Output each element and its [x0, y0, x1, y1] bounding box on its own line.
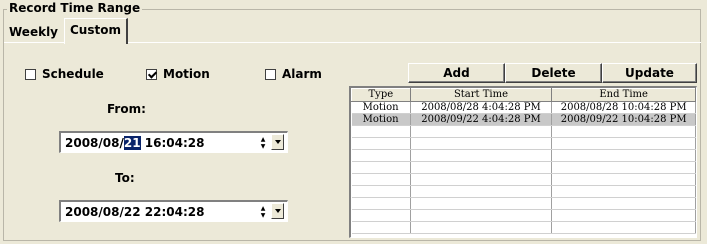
column-header-type[interactable]: Type: [351, 88, 411, 102]
table-row[interactable]: Motion 2008/09/22 4:04:28 PM 2008/09/22 10…: [351, 113, 696, 126]
schedule-label: Schedule: [42, 67, 104, 81]
table-cell-end: 2008/09/22 10:04:28 PM: [551, 113, 696, 126]
table-cell-empty: [410, 173, 553, 186]
table-cell-empty: [551, 149, 696, 162]
update-button[interactable]: Update: [602, 63, 697, 83]
table-cell-empty: [551, 221, 696, 234]
table-cell-empty: [551, 161, 696, 174]
spin-up-down-icon[interactable]: ▲ ▼: [257, 135, 269, 151]
motion-checkbox[interactable]: [146, 68, 157, 80]
group-title: Record Time Range: [7, 1, 143, 15]
table-cell-empty: [551, 125, 696, 138]
to-datetime-field[interactable]: 2008/08/22 22:04:28 ▲ ▼: [59, 200, 288, 222]
dropdown-arrow-icon[interactable]: [271, 134, 284, 150]
table-cell-empty: [410, 209, 553, 222]
record-list-grid[interactable]: Type Start Time End Time Motion 2008/08/2…: [349, 86, 697, 238]
table-row-empty[interactable]: [351, 221, 696, 234]
table-row[interactable]: Motion 2008/08/28 4:04:28 PM 2008/08/28 10…: [351, 101, 696, 114]
add-button[interactable]: Add: [408, 63, 505, 83]
spin-up-down-icon[interactable]: ▲ ▼: [257, 204, 269, 220]
table-cell-start: 2008/08/28 4:04:28 PM: [410, 101, 553, 114]
table-cell-empty: [351, 173, 411, 186]
table-cell-empty: [551, 185, 696, 198]
table-cell-empty: [410, 125, 553, 138]
tab-weekly[interactable]: Weekly: [4, 22, 63, 42]
table-cell-empty: [351, 161, 411, 174]
table-cell-empty: [551, 137, 696, 150]
table-cell-empty: [410, 221, 553, 234]
table-cell-empty: [351, 137, 411, 150]
alarm-checkbox-row[interactable]: Alarm: [265, 66, 322, 82]
table-cell-type: Motion: [351, 113, 411, 126]
table-cell-empty: [551, 209, 696, 222]
table-cell-empty: [351, 125, 411, 138]
to-datetime-text: 2008/08/22 22:04:28: [65, 204, 205, 219]
table-row-empty[interactable]: [351, 185, 696, 198]
table-row-empty[interactable]: [351, 125, 696, 138]
table-cell-empty: [351, 197, 411, 210]
tab-custom[interactable]: Custom: [64, 18, 128, 44]
motion-checkbox-row[interactable]: Motion: [146, 66, 210, 82]
table-cell-end: 2008/08/28 10:04:28 PM: [551, 101, 696, 114]
table-row-empty[interactable]: [351, 173, 696, 186]
table-cell-empty: [351, 209, 411, 222]
column-header-end-time[interactable]: End Time: [551, 88, 696, 102]
record-table: Type Start Time End Time Motion 2008/08/2…: [351, 88, 696, 234]
delete-button[interactable]: Delete: [505, 63, 602, 83]
schedule-checkbox[interactable]: [25, 68, 36, 80]
table-cell-start: 2008/09/22 4:04:28 PM: [410, 113, 553, 126]
dropdown-arrow-icon[interactable]: [271, 203, 284, 219]
table-cell-empty: [351, 221, 411, 234]
table-row-empty[interactable]: [351, 209, 696, 222]
table-cell-empty: [551, 173, 696, 186]
table-cell-empty: [351, 185, 411, 198]
motion-label: Motion: [163, 67, 210, 81]
table-cell-empty: [410, 149, 553, 162]
from-label: From:: [107, 102, 146, 116]
table-row-empty[interactable]: [351, 137, 696, 150]
schedule-checkbox-row[interactable]: Schedule: [25, 66, 104, 82]
table-cell-empty: [551, 197, 696, 210]
from-datetime-field[interactable]: 2008/08/21 16:04:28 ▲ ▼: [59, 131, 288, 153]
from-day-selection: 21: [123, 135, 141, 150]
from-datetime-text: 2008/08/21 16:04:28: [65, 135, 205, 150]
table-cell-type: Motion: [351, 101, 411, 114]
alarm-checkbox[interactable]: [265, 68, 276, 80]
to-label: To:: [115, 171, 135, 185]
table-cell-empty: [410, 137, 553, 150]
table-row-empty[interactable]: [351, 161, 696, 174]
table-cell-empty: [410, 185, 553, 198]
table-row-empty[interactable]: [351, 149, 696, 162]
table-row-empty[interactable]: [351, 197, 696, 210]
column-header-start-time[interactable]: Start Time: [409, 88, 553, 102]
table-cell-empty: [410, 161, 553, 174]
table-cell-empty: [410, 197, 553, 210]
alarm-label: Alarm: [282, 67, 322, 81]
table-cell-empty: [351, 149, 411, 162]
